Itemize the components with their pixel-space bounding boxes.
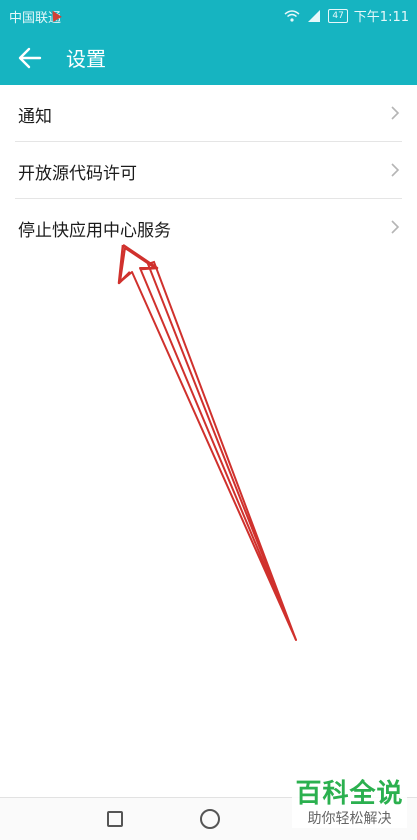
recent-apps-icon[interactable] — [107, 811, 123, 827]
watermark-title: 百科全说 — [295, 779, 404, 809]
watermark-logo: 百科全说 助你轻松解决 — [292, 778, 407, 828]
back-arrow-icon[interactable] — [14, 42, 46, 74]
app-toolbar: 设置 — [0, 30, 417, 85]
settings-item-label: 停止快应用中心服务 — [18, 221, 171, 241]
settings-item-stop-quick-app-service[interactable]: 停止快应用中心服务 — [15, 199, 402, 255]
settings-item-label: 通知 — [18, 107, 52, 127]
watermark-subtitle: 助你轻松解决 — [307, 811, 392, 827]
settings-item-notifications[interactable]: 通知 — [15, 85, 402, 142]
battery-indicator: 47 — [328, 8, 348, 23]
clock: 下午1:11 — [353, 10, 409, 25]
chevron-right-icon — [391, 163, 400, 177]
page-title: 设置 — [66, 47, 106, 71]
wifi-icon — [284, 9, 300, 22]
home-icon[interactable] — [200, 809, 220, 829]
settings-item-open-source-licenses[interactable]: 开放源代码许可 — [15, 142, 402, 199]
settings-list: 通知 开放源代码许可 停止快应用中心服务 — [0, 85, 417, 255]
chevron-right-icon — [391, 106, 400, 120]
status-icons: 47 下午1:11 — [284, 6, 409, 25]
cellular-signal-icon — [308, 9, 321, 22]
chevron-right-icon — [391, 220, 400, 234]
status-bar: 中国联通 47 下午1:11 — [0, 0, 417, 30]
settings-item-label: 开放源代码许可 — [18, 164, 137, 184]
